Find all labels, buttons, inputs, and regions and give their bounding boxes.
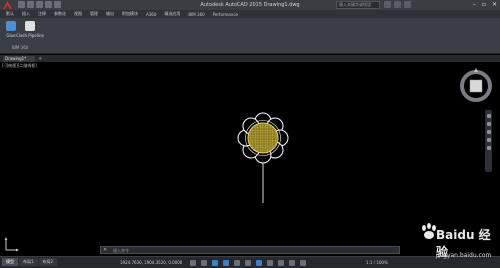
coordinate-readout: 1924.7630, 1904.3520, 0.0000 — [120, 260, 183, 265]
grid-icon[interactable] — [190, 260, 196, 266]
showmotion-icon[interactable] — [486, 146, 491, 150]
tab-model[interactable]: 模型 — [2, 258, 18, 266]
annotation-icon[interactable] — [289, 260, 295, 266]
layout-tabs: 模型 布局1 布局2 — [0, 256, 58, 268]
tab-view[interactable]: 视图 — [74, 11, 82, 17]
orbit-icon[interactable] — [486, 138, 491, 142]
tab-addins[interactable]: 附加模块 — [122, 11, 138, 17]
status-toggles — [190, 260, 306, 266]
tab-drawing1[interactable]: Drawing1* — [3, 56, 35, 62]
viewport-controls[interactable]: [-][俯视][二维线框] — [2, 63, 37, 69]
ortho-icon[interactable] — [212, 260, 218, 266]
title-bar: Autodesk AutoCAD 2015 Drawing1.dwg 键入关键字… — [0, 0, 500, 10]
minimize-icon[interactable]: – — [473, 0, 476, 10]
zoom-icon[interactable] — [486, 130, 491, 134]
glue-label: Glue — [6, 33, 16, 38]
flower-center-hatch — [247, 122, 279, 154]
lineweight-icon[interactable] — [256, 260, 262, 266]
glue-icon — [6, 21, 16, 31]
search-input[interactable]: 键入关键字或短语 — [336, 1, 380, 9]
clash-pipeline-icon — [25, 21, 35, 31]
close-command-icon[interactable]: ✕ — [103, 247, 107, 254]
tab-performance[interactable]: Performance — [213, 12, 238, 17]
tab-insert[interactable]: 插入 — [22, 11, 30, 17]
tab-featured-apps[interactable]: 精选应用 — [164, 11, 180, 17]
ribbon-panel-label: BIM 360 — [12, 45, 29, 50]
command-input[interactable]: 键入命令 — [113, 248, 129, 254]
ribbon-panel: Glue Clash Pipeline BIM 360 — [0, 18, 500, 54]
restore-icon[interactable]: ▫ — [482, 0, 486, 10]
user-icon[interactable] — [384, 1, 391, 8]
document-tab-strip: Drawing1* + — [0, 55, 500, 62]
clash-pipeline-button[interactable]: Clash Pipeline — [16, 21, 44, 38]
tab-parametric[interactable]: 参数化 — [54, 11, 66, 17]
close-icon[interactable]: ✕ — [492, 0, 497, 10]
exchange-icon[interactable] — [394, 1, 401, 8]
pan-icon[interactable] — [486, 122, 491, 126]
selection-cycling-icon[interactable] — [278, 260, 284, 266]
tab-a360[interactable]: A360 — [146, 12, 156, 17]
tab-bim360[interactable]: BIM 360 — [188, 12, 204, 17]
new-tab-icon[interactable]: + — [38, 56, 42, 62]
command-line: ✕ 键入命令 — [100, 246, 400, 254]
osnap-icon[interactable] — [234, 260, 240, 266]
viewcube-icon[interactable] — [456, 66, 496, 106]
window-controls: – ▫ ✕ — [473, 0, 497, 10]
title-icons — [384, 1, 411, 8]
tab-output[interactable]: 输出 — [106, 11, 114, 17]
tab-layout1[interactable]: 布局1 — [19, 258, 38, 266]
help-icon[interactable] — [404, 1, 411, 8]
navigation-bar — [485, 110, 492, 172]
ribbon-tabs: 默认 插入 注释 参数化 视图 管理 输出 附加模块 A360 精选应用 BIM… — [0, 10, 500, 18]
tab-layout2[interactable]: 布局2 — [38, 258, 58, 266]
polar-icon[interactable] — [223, 260, 229, 266]
tab-manage[interactable]: 管理 — [90, 11, 98, 17]
steering-wheel-icon[interactable] — [486, 114, 491, 118]
clash-pipeline-label: Clash Pipeline — [16, 33, 44, 38]
window-title: Autodesk AutoCAD 2015 Drawing1.dwg — [200, 2, 300, 8]
otrack-icon[interactable] — [245, 260, 251, 266]
ucs-icon — [4, 237, 19, 252]
workspace-icon[interactable] — [300, 260, 306, 266]
tab-home[interactable]: 默认 — [6, 11, 14, 17]
snap-icon[interactable] — [201, 260, 207, 266]
tab-annotate[interactable]: 注释 — [38, 11, 46, 17]
annotation-scale[interactable]: 1:1 / 100% — [366, 260, 388, 265]
transparency-icon[interactable] — [267, 260, 273, 266]
watermark-url: jingyan.baidu.com — [436, 252, 492, 259]
